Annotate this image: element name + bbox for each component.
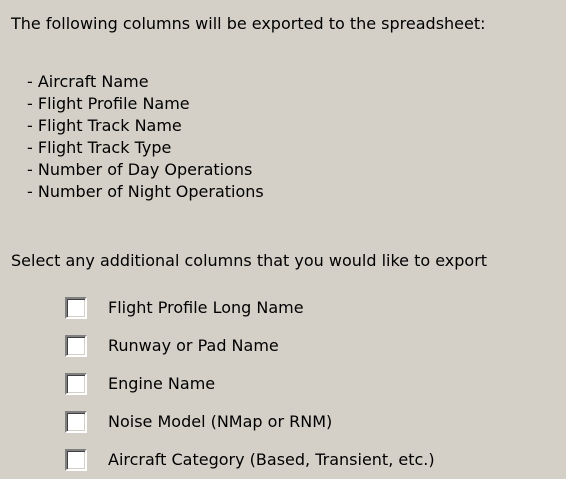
additional-columns-options: Flight Profile Long Name Runway or Pad N… [65,289,435,479]
noise-model-checkbox[interactable] [65,411,87,433]
exported-columns-list: - Aircraft Name - Flight Profile Name - … [27,71,264,203]
intro-text: The following columns will be exported t… [11,14,486,33]
option-label[interactable]: Engine Name [108,373,215,395]
option-label[interactable]: Runway or Pad Name [108,335,279,357]
option-label[interactable]: Noise Model (NMap or RNM) [108,411,332,433]
exported-column-item: - Flight Track Name [27,116,182,135]
select-prompt: Select any additional columns that you w… [11,251,488,270]
flight-profile-long-name-checkbox[interactable] [65,297,87,319]
option-aircraft-category: Aircraft Category (Based, Transient, etc… [65,441,435,479]
exported-column-item: - Number of Night Operations [27,182,264,201]
runway-or-pad-name-checkbox[interactable] [65,335,87,357]
option-engine-name: Engine Name [65,365,435,403]
engine-name-checkbox[interactable] [65,373,87,395]
exported-column-item: - Aircraft Name [27,72,149,91]
exported-column-item: - Flight Track Type [27,138,172,157]
exported-column-item: - Flight Profile Name [27,94,190,113]
option-noise-model: Noise Model (NMap or RNM) [65,403,435,441]
export-columns-panel: The following columns will be exported t… [0,0,566,471]
option-runway-or-pad-name: Runway or Pad Name [65,327,435,365]
exported-column-item: - Number of Day Operations [27,160,253,179]
option-flight-profile-long-name: Flight Profile Long Name [65,289,435,327]
option-label[interactable]: Flight Profile Long Name [108,297,304,319]
